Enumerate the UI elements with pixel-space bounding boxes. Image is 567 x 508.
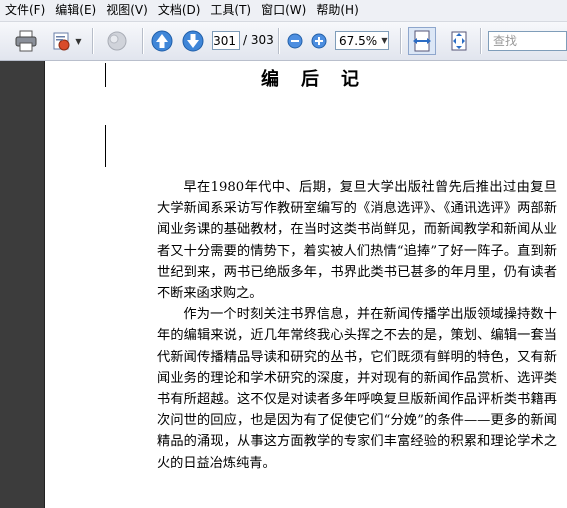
toolbar-separator [92, 28, 94, 54]
comment-button[interactable] [102, 28, 132, 54]
page-title: 编后记 [261, 69, 381, 90]
zoom-in-icon [311, 33, 327, 49]
toolbar-separator [400, 28, 402, 54]
comment-icon [107, 31, 127, 51]
menu-bar: 文件(F) 编辑(E) 视图(V) 文档(D) 工具(T) 窗口(W) 帮助(H… [0, 0, 567, 22]
previous-page-button[interactable] [149, 28, 175, 54]
toolbar-separator [480, 28, 482, 54]
menu-edit[interactable]: 编辑(E) [50, 0, 101, 21]
toolbar-separator [278, 28, 280, 54]
document-page: 编后记 早在1980年代中、后期，复旦大学出版社曾先后推出过由复旦大学新闻系采访… [45, 61, 567, 508]
fit-page-icon [451, 31, 467, 51]
chevron-down-icon: ▼ [75, 36, 82, 46]
menu-file[interactable]: 文件(F) [0, 0, 50, 21]
navigation-pane [0, 61, 45, 508]
arrow-up-icon [151, 30, 173, 52]
menu-document[interactable]: 文档(D) [153, 0, 206, 21]
document-tool-icon [53, 32, 70, 51]
total-pages-label: / 303 [243, 33, 274, 47]
fit-page-button[interactable] [446, 28, 472, 54]
fit-width-button[interactable] [408, 27, 436, 55]
menu-tools[interactable]: 工具(T) [205, 0, 256, 21]
next-page-button[interactable] [180, 28, 206, 54]
print-button[interactable] [12, 28, 40, 54]
current-page-input[interactable]: 301 [212, 31, 240, 50]
printer-icon [15, 30, 37, 52]
zoom-out-button[interactable] [286, 31, 304, 51]
search-input[interactable]: 查找 [488, 31, 567, 51]
tools-dropdown-button[interactable]: ▼ [48, 28, 84, 54]
crop-mark [105, 125, 106, 167]
menu-window[interactable]: 窗口(W) [256, 0, 311, 21]
zoom-in-button[interactable] [310, 31, 328, 51]
toolbar-separator [142, 28, 144, 54]
document-body: 早在1980年代中、后期，复旦大学出版社曾先后推出过由复旦大学新闻系采访写作教研… [157, 177, 557, 474]
fit-width-icon [413, 30, 431, 52]
zoom-out-icon [287, 33, 303, 49]
toolbar: ▼ 301 / 303 67.5% ▼ 查找 [0, 22, 567, 61]
paragraph: 早在1980年代中、后期，复旦大学出版社曾先后推出过由复旦大学新闻系采访写作教研… [157, 180, 557, 302]
paragraph: 作为一个时刻关注书界信息，并在新闻传播学出版领域操持数十年的编辑来说，近几年常终… [157, 307, 557, 471]
arrow-down-icon [182, 30, 204, 52]
chevron-down-icon[interactable]: ▼ [380, 32, 389, 49]
menu-help[interactable]: 帮助(H) [311, 0, 363, 21]
menu-view[interactable]: 视图(V) [101, 0, 153, 21]
